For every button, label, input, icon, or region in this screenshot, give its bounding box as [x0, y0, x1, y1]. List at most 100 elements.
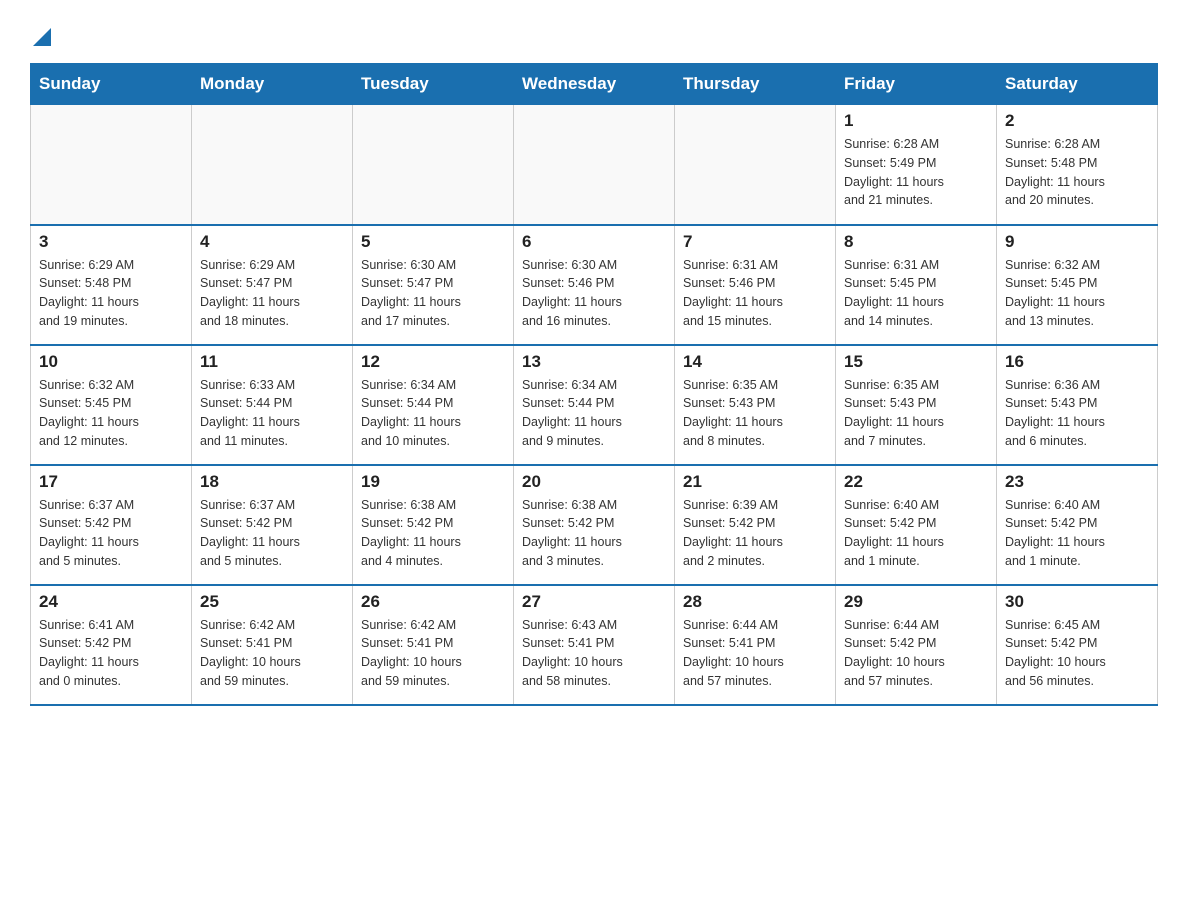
week-row-1: 1 Sunrise: 6:28 AM Sunset: 5:49 PM Daylig… [31, 105, 1158, 225]
day-info: Sunrise: 6:29 AM Sunset: 5:48 PM Dayligh… [39, 256, 183, 331]
day-number: 17 [39, 472, 183, 492]
day-info: Sunrise: 6:38 AM Sunset: 5:42 PM Dayligh… [522, 496, 666, 571]
day-number: 3 [39, 232, 183, 252]
day-info: Sunrise: 6:32 AM Sunset: 5:45 PM Dayligh… [39, 376, 183, 451]
calendar-cell: 11 Sunrise: 6:33 AM Sunset: 5:44 PM Dayli… [192, 345, 353, 465]
header-sunday: Sunday [31, 64, 192, 105]
calendar-cell: 18Sunrise: 6:37 AM Sunset: 5:42 PM Dayli… [192, 465, 353, 585]
day-number: 30 [1005, 592, 1149, 612]
calendar-cell: 20 Sunrise: 6:38 AM Sunset: 5:42 PM Dayli… [514, 465, 675, 585]
day-info: Sunrise: 6:30 AM Sunset: 5:46 PM Dayligh… [522, 256, 666, 331]
calendar-cell [514, 105, 675, 225]
header-saturday: Saturday [997, 64, 1158, 105]
day-number: 27 [522, 592, 666, 612]
day-number: 20 [522, 472, 666, 492]
calendar-cell: 23 Sunrise: 6:40 AM Sunset: 5:42 PM Dayli… [997, 465, 1158, 585]
calendar-cell: 26 Sunrise: 6:42 AM Sunset: 5:41 PM Dayli… [353, 585, 514, 705]
calendar-cell: 13 Sunrise: 6:34 AM Sunset: 5:44 PM Dayli… [514, 345, 675, 465]
day-info: Sunrise: 6:35 AM Sunset: 5:43 PM Dayligh… [844, 376, 988, 451]
day-info: Sunrise: 6:42 AM Sunset: 5:41 PM Dayligh… [200, 616, 344, 691]
calendar-cell: 15Sunrise: 6:35 AM Sunset: 5:43 PM Dayli… [836, 345, 997, 465]
day-number: 4 [200, 232, 344, 252]
day-number: 12 [361, 352, 505, 372]
calendar-cell: 9Sunrise: 6:32 AM Sunset: 5:45 PM Daylig… [997, 225, 1158, 345]
calendar-cell [192, 105, 353, 225]
header-monday: Monday [192, 64, 353, 105]
day-info: Sunrise: 6:33 AM Sunset: 5:44 PM Dayligh… [200, 376, 344, 451]
week-row-4: 17 Sunrise: 6:37 AM Sunset: 5:42 PM Dayli… [31, 465, 1158, 585]
day-info: Sunrise: 6:30 AM Sunset: 5:47 PM Dayligh… [361, 256, 505, 331]
day-info: Sunrise: 6:38 AM Sunset: 5:42 PM Dayligh… [361, 496, 505, 571]
day-number: 10 [39, 352, 183, 372]
day-info: Sunrise: 6:34 AM Sunset: 5:44 PM Dayligh… [522, 376, 666, 451]
calendar-cell: 12 Sunrise: 6:34 AM Sunset: 5:44 PM Dayli… [353, 345, 514, 465]
header-wednesday: Wednesday [514, 64, 675, 105]
calendar-cell: 27 Sunrise: 6:43 AM Sunset: 5:41 PM Dayli… [514, 585, 675, 705]
page-header [30, 20, 1158, 53]
day-number: 18 [200, 472, 344, 492]
day-number: 26 [361, 592, 505, 612]
day-number: 8 [844, 232, 988, 252]
day-number: 24 [39, 592, 183, 612]
day-info: Sunrise: 6:29 AM Sunset: 5:47 PM Dayligh… [200, 256, 344, 331]
calendar-cell: 6 Sunrise: 6:30 AM Sunset: 5:46 PM Daylig… [514, 225, 675, 345]
day-number: 2 [1005, 111, 1149, 131]
calendar-cell: 1 Sunrise: 6:28 AM Sunset: 5:49 PM Daylig… [836, 105, 997, 225]
day-number: 6 [522, 232, 666, 252]
calendar-cell: 21Sunrise: 6:39 AM Sunset: 5:42 PM Dayli… [675, 465, 836, 585]
day-number: 11 [200, 352, 344, 372]
calendar-cell: 19 Sunrise: 6:38 AM Sunset: 5:42 PM Dayli… [353, 465, 514, 585]
day-number: 7 [683, 232, 827, 252]
calendar-cell: 8 Sunrise: 6:31 AM Sunset: 5:45 PM Daylig… [836, 225, 997, 345]
day-info: Sunrise: 6:28 AM Sunset: 5:49 PM Dayligh… [844, 135, 988, 210]
day-info: Sunrise: 6:41 AM Sunset: 5:42 PM Dayligh… [39, 616, 183, 691]
week-row-5: 24 Sunrise: 6:41 AM Sunset: 5:42 PM Dayli… [31, 585, 1158, 705]
day-info: Sunrise: 6:40 AM Sunset: 5:42 PM Dayligh… [844, 496, 988, 571]
day-number: 25 [200, 592, 344, 612]
calendar-cell: 28Sunrise: 6:44 AM Sunset: 5:41 PM Dayli… [675, 585, 836, 705]
day-number: 13 [522, 352, 666, 372]
day-number: 14 [683, 352, 827, 372]
day-number: 1 [844, 111, 988, 131]
day-number: 19 [361, 472, 505, 492]
day-info: Sunrise: 6:44 AM Sunset: 5:42 PM Dayligh… [844, 616, 988, 691]
day-info: Sunrise: 6:31 AM Sunset: 5:46 PM Dayligh… [683, 256, 827, 331]
day-info: Sunrise: 6:44 AM Sunset: 5:41 PM Dayligh… [683, 616, 827, 691]
calendar-cell: 16 Sunrise: 6:36 AM Sunset: 5:43 PM Dayli… [997, 345, 1158, 465]
day-info: Sunrise: 6:40 AM Sunset: 5:42 PM Dayligh… [1005, 496, 1149, 571]
calendar-cell: 25 Sunrise: 6:42 AM Sunset: 5:41 PM Dayli… [192, 585, 353, 705]
calendar-cell: 24 Sunrise: 6:41 AM Sunset: 5:42 PM Dayli… [31, 585, 192, 705]
day-number: 29 [844, 592, 988, 612]
calendar-cell: 3 Sunrise: 6:29 AM Sunset: 5:48 PM Daylig… [31, 225, 192, 345]
calendar-cell: 14 Sunrise: 6:35 AM Sunset: 5:43 PM Dayli… [675, 345, 836, 465]
calendar-cell [353, 105, 514, 225]
calendar-cell [31, 105, 192, 225]
day-info: Sunrise: 6:39 AM Sunset: 5:42 PM Dayligh… [683, 496, 827, 571]
day-info: Sunrise: 6:37 AM Sunset: 5:42 PM Dayligh… [39, 496, 183, 571]
header-thursday: Thursday [675, 64, 836, 105]
day-info: Sunrise: 6:28 AM Sunset: 5:48 PM Dayligh… [1005, 135, 1149, 210]
day-info: Sunrise: 6:45 AM Sunset: 5:42 PM Dayligh… [1005, 616, 1149, 691]
day-info: Sunrise: 6:43 AM Sunset: 5:41 PM Dayligh… [522, 616, 666, 691]
day-number: 5 [361, 232, 505, 252]
day-info: Sunrise: 6:32 AM Sunset: 5:45 PM Dayligh… [1005, 256, 1149, 331]
calendar-header-row: SundayMondayTuesdayWednesdayThursdayFrid… [31, 64, 1158, 105]
day-info: Sunrise: 6:34 AM Sunset: 5:44 PM Dayligh… [361, 376, 505, 451]
calendar-cell: 7 Sunrise: 6:31 AM Sunset: 5:46 PM Daylig… [675, 225, 836, 345]
day-info: Sunrise: 6:35 AM Sunset: 5:43 PM Dayligh… [683, 376, 827, 451]
calendar-cell: 2 Sunrise: 6:28 AM Sunset: 5:48 PM Daylig… [997, 105, 1158, 225]
calendar-cell: 17 Sunrise: 6:37 AM Sunset: 5:42 PM Dayli… [31, 465, 192, 585]
day-number: 16 [1005, 352, 1149, 372]
calendar-cell [675, 105, 836, 225]
calendar-cell: 4 Sunrise: 6:29 AM Sunset: 5:47 PM Daylig… [192, 225, 353, 345]
week-row-2: 3 Sunrise: 6:29 AM Sunset: 5:48 PM Daylig… [31, 225, 1158, 345]
day-info: Sunrise: 6:36 AM Sunset: 5:43 PM Dayligh… [1005, 376, 1149, 451]
day-info: Sunrise: 6:31 AM Sunset: 5:45 PM Dayligh… [844, 256, 988, 331]
day-info: Sunrise: 6:42 AM Sunset: 5:41 PM Dayligh… [361, 616, 505, 691]
calendar-table: SundayMondayTuesdayWednesdayThursdayFrid… [30, 63, 1158, 706]
calendar-cell: 29 Sunrise: 6:44 AM Sunset: 5:42 PM Dayli… [836, 585, 997, 705]
calendar-cell: 22 Sunrise: 6:40 AM Sunset: 5:42 PM Dayli… [836, 465, 997, 585]
calendar-cell: 10 Sunrise: 6:32 AM Sunset: 5:45 PM Dayli… [31, 345, 192, 465]
day-number: 22 [844, 472, 988, 492]
day-number: 23 [1005, 472, 1149, 492]
